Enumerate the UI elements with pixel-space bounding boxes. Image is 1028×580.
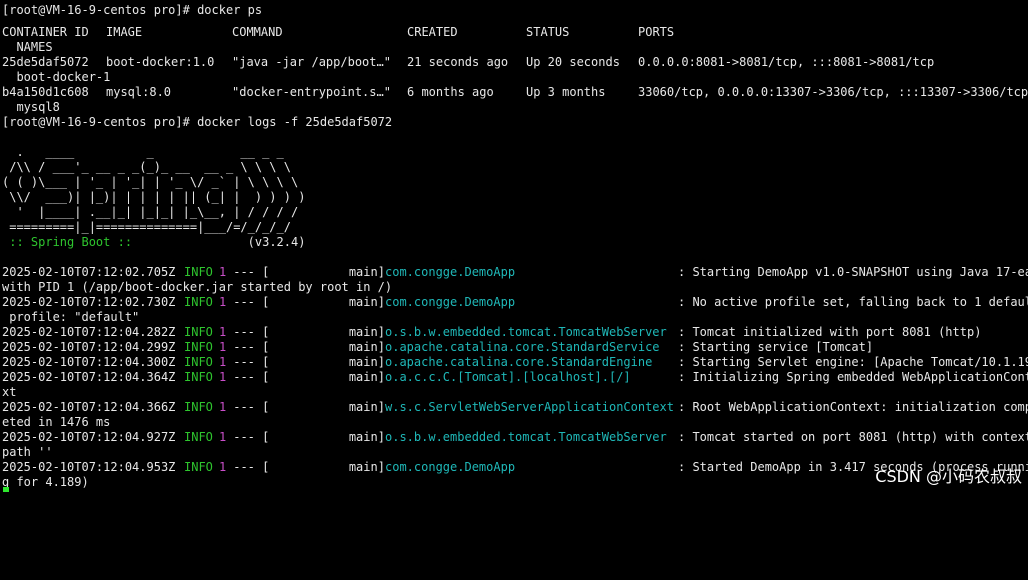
log-logger: o.apache.catalina.core.StandardEngine — [385, 355, 653, 369]
log-message: : Starting service [Tomcat] — [678, 340, 874, 354]
log-timestamp: 2025-02-10T07:12:04.299Z — [2, 340, 176, 354]
container-command: "docker-entrypoint.s…" — [232, 85, 391, 99]
log-message-wrap: eted in 1476 ms — [2, 415, 111, 429]
container-name: mysql8 — [2, 100, 60, 114]
log-message-wrap: g for 4.189) — [2, 475, 89, 489]
spring-banner-line: ( ( )\___ | '_ | '_| | '_ \/ _` | \ \ \ … — [2, 175, 299, 189]
log-message: : Tomcat initialized with port 8081 (htt… — [678, 325, 982, 339]
log-thread: --- [ main] — [226, 400, 393, 414]
log-message: : Starting DemoApp v1.0-SNAPSHOT using J… — [678, 265, 1028, 279]
container-ports: 0.0.0.0:8081->8081/tcp, :::8081->8081/tc… — [638, 55, 935, 69]
log-logger: o.a.c.c.C.[Tomcat].[localhost].[/] — [385, 370, 631, 384]
col-container-id: CONTAINER ID — [2, 25, 89, 39]
container-name: boot-docker-1 — [2, 70, 111, 84]
log-level: INFO — [184, 460, 213, 474]
spring-banner-line: . ____ _ __ _ _ — [2, 145, 284, 159]
log-thread: --- [ main] — [226, 325, 393, 339]
log-timestamp: 2025-02-10T07:12:04.953Z — [2, 460, 176, 474]
log-entry: 2025-02-10T07:12:04.927Z INFO 1 --- [ ma… — [2, 430, 1028, 445]
container-id: 25de5daf5072 — [2, 55, 89, 69]
log-level: INFO — [184, 265, 213, 279]
col-image: IMAGE — [106, 25, 143, 39]
log-entry: 2025-02-10T07:12:04.364Z INFO 1 --- [ ma… — [2, 370, 1028, 385]
col-status: STATUS — [526, 25, 570, 39]
log-message-wrap: path '' — [2, 445, 53, 459]
log-timestamp: 2025-02-10T07:12:04.366Z — [2, 400, 176, 414]
log-entry: 2025-02-10T07:12:04.299Z INFO 1 --- [ ma… — [2, 340, 1026, 355]
csdn-watermark: CSDN @小码农叔叔 — [875, 467, 1022, 486]
log-entry: 2025-02-10T07:12:04.282Z INFO 1 --- [ ma… — [2, 325, 1026, 340]
log-entry: 2025-02-10T07:12:04.366Z INFO 1 --- [ ma… — [2, 400, 1028, 415]
log-level: INFO — [184, 325, 213, 339]
container-status: Up 3 months — [526, 85, 606, 99]
spring-banner-line: /\\ / ___'_ __ _ _(_)_ __ __ _ \ \ \ \ — [2, 160, 291, 174]
log-message-wrap: profile: "default" — [2, 310, 140, 324]
container-created: 21 seconds ago — [407, 55, 509, 69]
container-id: b4a150d1c608 — [2, 85, 89, 99]
log-message: : Starting Servlet engine: [Apache Tomca… — [678, 355, 1028, 369]
log-timestamp: 2025-02-10T07:12:04.300Z — [2, 355, 176, 369]
log-level: INFO — [184, 400, 213, 414]
container-row: b4a150d1c608 mysql:8.0 "docker-entrypoin… — [2, 85, 1028, 100]
terminal-cursor — [3, 487, 9, 492]
container-image: boot-docker:1.0 — [106, 55, 215, 69]
log-timestamp: 2025-02-10T07:12:02.705Z — [2, 265, 176, 279]
log-timestamp: 2025-02-10T07:12:04.364Z — [2, 370, 176, 384]
log-thread: --- [ main] — [226, 340, 393, 354]
log-level: INFO — [184, 355, 213, 369]
container-created: 6 months ago — [407, 85, 494, 99]
log-thread: --- [ main] — [226, 265, 393, 279]
spring-boot-version: (v3.2.4) — [139, 235, 306, 249]
log-logger: o.apache.catalina.core.StandardService — [385, 340, 660, 354]
spring-boot-version-line: :: Spring Boot :: (v3.2.4) — [2, 235, 305, 250]
col-ports: PORTS — [638, 25, 675, 39]
log-logger: com.congge.DemoApp — [385, 460, 516, 474]
log-thread: --- [ main] — [226, 460, 393, 474]
log-logger: o.s.b.w.embedded.tomcat.TomcatWebServer — [385, 325, 667, 339]
log-logger: o.s.b.w.embedded.tomcat.TomcatWebServer — [385, 430, 667, 444]
log-message: : Initializing Spring embedded WebApplic… — [678, 370, 1028, 384]
container-image: mysql:8.0 — [106, 85, 172, 99]
log-entry: 2025-02-10T07:12:04.953Z INFO 1 --- [ ma… — [2, 460, 1028, 475]
col-names: NAMES — [2, 40, 53, 54]
ps-header-row: CONTAINER ID IMAGE COMMAND CREATED STATU… — [2, 25, 1026, 40]
prompt-line-docker-ps: [root@VM-16-9-centos pro]# docker ps — [2, 3, 263, 17]
spring-banner-line: \\/ ___)| |_)| | | | | || (_| | ) ) ) ) — [2, 190, 306, 204]
log-entry: 2025-02-10T07:12:02.705Z INFO 1 --- [ ma… — [2, 265, 1028, 280]
col-command: COMMAND — [232, 25, 283, 39]
log-message: : Tomcat started on port 8081 (http) wit… — [678, 430, 1028, 444]
log-level: INFO — [184, 295, 213, 309]
log-logger: w.s.c.ServletWebServerApplicationContext — [385, 400, 674, 414]
log-entry: 2025-02-10T07:12:04.300Z INFO 1 --- [ ma… — [2, 355, 1028, 370]
log-thread: --- [ main] — [226, 295, 393, 309]
log-level: INFO — [184, 370, 213, 384]
log-thread: --- [ main] — [226, 355, 393, 369]
log-level: INFO — [184, 340, 213, 354]
log-message-wrap: with PID 1 (/app/boot-docker.jar started… — [2, 280, 393, 294]
log-entry: 2025-02-10T07:12:02.730Z INFO 1 --- [ ma… — [2, 295, 1028, 310]
log-message-wrap: xt — [2, 385, 17, 399]
container-command: "java -jar /app/boot…" — [232, 55, 391, 69]
log-timestamp: 2025-02-10T07:12:04.282Z — [2, 325, 176, 339]
spring-boot-label: :: Spring Boot :: — [2, 235, 140, 249]
log-timestamp: 2025-02-10T07:12:02.730Z — [2, 295, 176, 309]
prompt-line-docker-logs: [root@VM-16-9-centos pro]# docker logs -… — [2, 115, 393, 129]
container-status: Up 20 seconds — [526, 55, 620, 69]
container-row: 25de5daf5072 boot-docker:1.0 "java -jar … — [2, 55, 1026, 70]
spring-banner-line: ' |____| .__|_| |_|_| |_\__, | / / / / — [2, 205, 299, 219]
log-timestamp: 2025-02-10T07:12:04.927Z — [2, 430, 176, 444]
spring-banner-line: =========|_|==============|___/=/_/_/_/ — [2, 220, 291, 234]
log-level: INFO — [184, 430, 213, 444]
log-logger: com.congge.DemoApp — [385, 295, 516, 309]
log-thread: --- [ main] — [226, 430, 393, 444]
log-logger: com.congge.DemoApp — [385, 265, 516, 279]
log-thread: --- [ main] — [226, 370, 393, 384]
log-message: : No active profile set, falling back to… — [678, 295, 1028, 309]
log-message: : Root WebApplicationContext: initializa… — [678, 400, 1028, 414]
container-ports: 33060/tcp, 0.0.0.0:13307->3306/tcp, :::1… — [638, 85, 1028, 99]
col-created: CREATED — [407, 25, 458, 39]
